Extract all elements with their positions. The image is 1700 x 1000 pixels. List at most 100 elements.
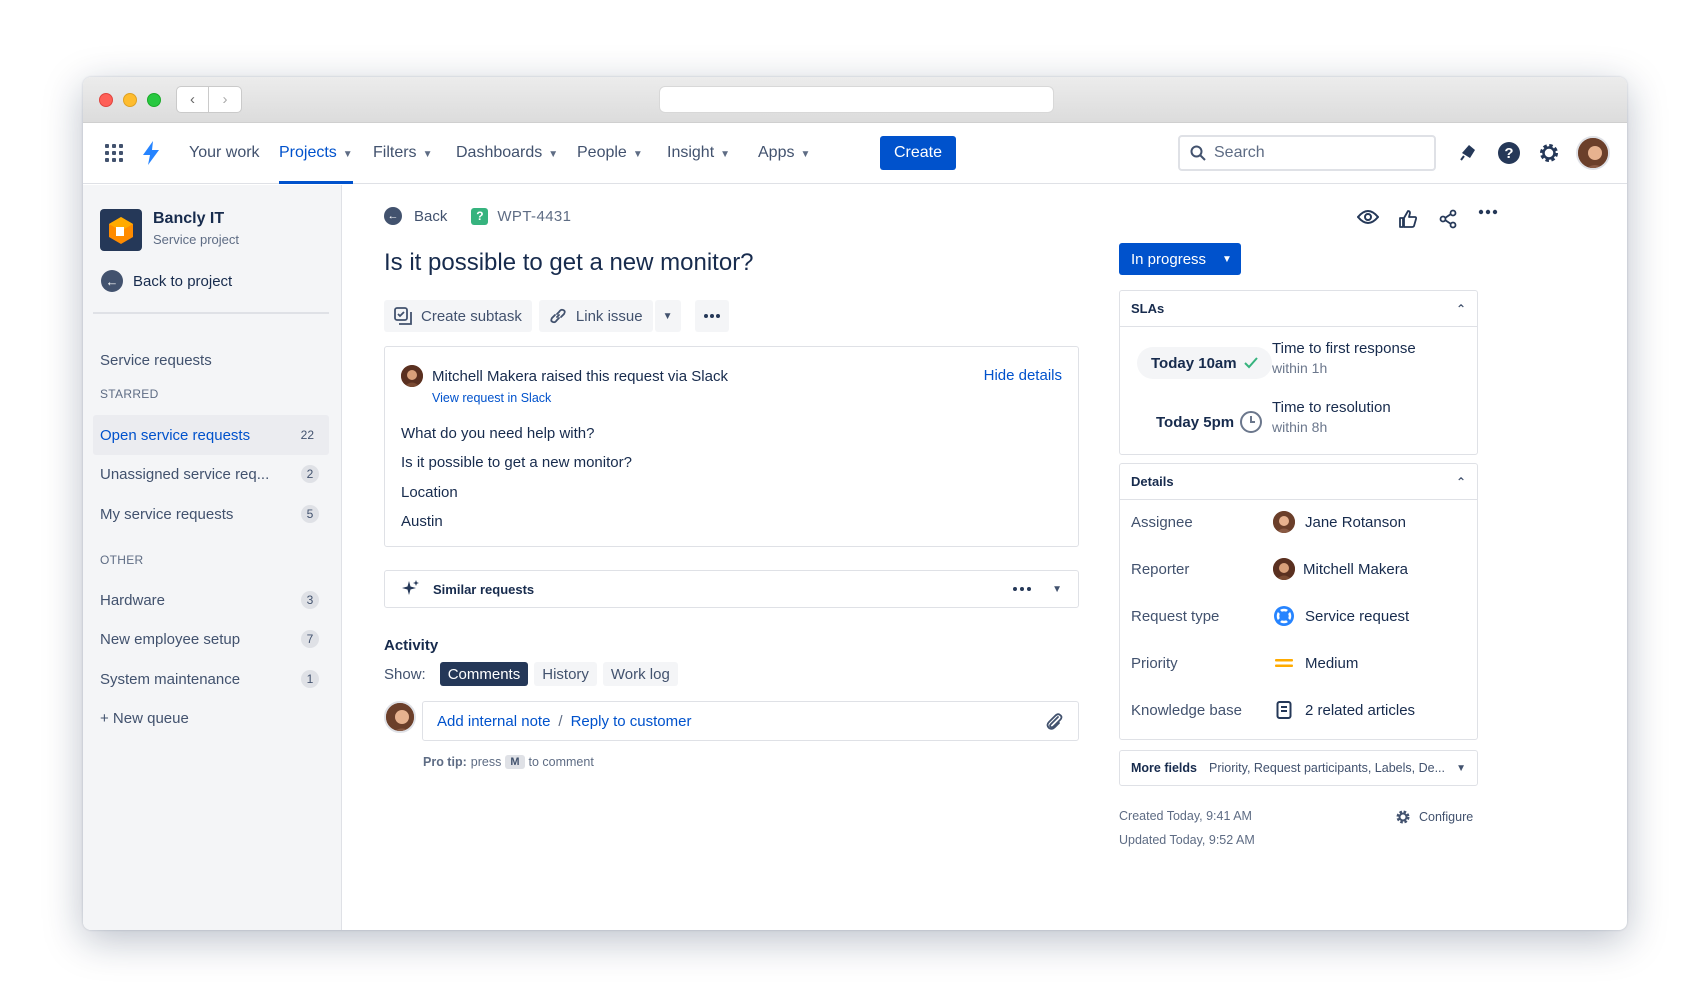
comment-editor[interactable]: Add internal note / Reply to customer	[422, 701, 1079, 741]
sidebar-item-new-employee-setup[interactable]: New employee setup 7	[93, 619, 329, 659]
close-window-button[interactable]	[99, 93, 113, 107]
service-request-type-icon: ?	[471, 207, 489, 225]
sla-time-badge: Today 10am	[1137, 347, 1272, 379]
maximize-window-button[interactable]	[147, 93, 161, 107]
jira-logo-icon[interactable]	[141, 140, 161, 166]
search-input[interactable]: Search	[1178, 135, 1436, 171]
sidebar-heading-starred: STARRED	[100, 387, 159, 401]
sparkle-icon	[402, 580, 419, 595]
vote-button[interactable]	[1388, 209, 1428, 229]
detail-row-knowledge-base[interactable]: Knowledge base 2 related articles	[1131, 698, 1477, 722]
created-timestamp: Created Today, 9:41 AM	[1119, 809, 1252, 823]
reporter-avatar	[401, 365, 423, 387]
help-icon[interactable]: ?	[1497, 141, 1521, 165]
arrow-left-icon: ←	[101, 270, 123, 292]
browser-forward-button[interactable]: ›	[209, 86, 242, 113]
sidebar-item-open-service-requests[interactable]: Open service requests 22	[93, 415, 329, 455]
queue-count-badge: 2	[301, 465, 319, 483]
status-transition-button[interactable]: In progress ▼	[1119, 243, 1241, 275]
request-details-card: Mitchell Makera raised this request via …	[384, 346, 1079, 547]
configure-button[interactable]: Configure	[1395, 809, 1473, 825]
sla-item: Today 5pm Time to resolution within 8h	[1120, 398, 1477, 448]
keyboard-shortcut-key: M	[505, 755, 525, 769]
nav-projects[interactable]: Projects ▼	[279, 123, 353, 184]
minimize-window-button[interactable]	[123, 93, 137, 107]
nav-people[interactable]: People ▼	[577, 123, 643, 184]
sidebar-item-service-requests[interactable]: Service requests	[93, 340, 329, 380]
user-avatar[interactable]	[1576, 136, 1610, 170]
nav-apps[interactable]: Apps ▼	[758, 123, 810, 184]
svg-text:?: ?	[1504, 145, 1513, 162]
detail-row-reporter[interactable]: Reporter Mitchell Makera	[1131, 557, 1477, 581]
more-horizontal-icon	[703, 314, 720, 318]
arrow-left-icon: ←	[384, 207, 402, 225]
request-field-value: Is it possible to get a new monitor?	[401, 454, 632, 471]
back-to-project-link[interactable]: ← Back to project	[101, 270, 232, 292]
project-name: Bancly IT	[153, 210, 225, 227]
attachment-icon[interactable]	[1044, 711, 1064, 731]
share-button[interactable]	[1428, 209, 1468, 229]
browser-titlebar: ‹ ›	[83, 77, 1627, 123]
view-request-in-slack-link[interactable]: View request in Slack	[432, 391, 551, 405]
more-horizontal-icon[interactable]	[1012, 586, 1032, 592]
detail-row-request-type[interactable]: Request type Service request	[1131, 604, 1477, 628]
issue-key-link[interactable]: WPT-4431	[497, 208, 571, 225]
queue-count-badge: 22	[300, 428, 314, 442]
raised-by-text: Mitchell Makera raised this request via …	[432, 367, 728, 385]
sidebar-item-system-maintenance[interactable]: System maintenance 1	[93, 659, 329, 699]
chevron-left-icon: ‹	[190, 91, 195, 108]
nav-dashboards[interactable]: Dashboards ▼	[456, 123, 558, 184]
nav-your-work[interactable]: Your work	[189, 123, 260, 184]
detail-row-priority[interactable]: Priority Medium	[1131, 651, 1477, 675]
watch-button[interactable]	[1348, 209, 1388, 229]
detail-row-assignee[interactable]: Assignee Jane Rotanson	[1131, 510, 1477, 534]
back-link[interactable]: Back	[414, 208, 447, 225]
app-switcher-icon[interactable]	[105, 144, 123, 162]
nav-insight[interactable]: Insight ▼	[667, 123, 730, 184]
similar-requests-panel[interactable]: Similar requests ▼	[384, 570, 1079, 608]
add-internal-note-link[interactable]: Add internal note	[437, 713, 550, 730]
slas-panel-header[interactable]: SLAs ⌃	[1120, 291, 1477, 327]
more-fields-row[interactable]: More fields Priority, Request participan…	[1119, 750, 1478, 786]
sla-time-badge: Today 5pm	[1142, 406, 1277, 438]
chevron-down-icon: ▼	[422, 149, 433, 160]
create-button[interactable]: Create	[880, 136, 956, 170]
more-issue-actions-button[interactable]	[694, 300, 729, 332]
issue-view: ← Back ? WPT-4431 Is it possible to get …	[342, 185, 1627, 930]
details-panel-header[interactable]: Details ⌃	[1120, 464, 1477, 500]
chevron-down-icon: ▼	[1456, 762, 1466, 774]
browser-back-button[interactable]: ‹	[176, 86, 209, 113]
address-bar[interactable]	[659, 86, 1054, 113]
sidebar-item-unassigned-service-requests[interactable]: Unassigned service req... 2	[93, 454, 329, 494]
create-subtask-button[interactable]: Create subtask	[384, 300, 532, 332]
link-issue-dropdown[interactable]: ▼	[654, 300, 681, 332]
more-horizontal-icon	[1478, 209, 1498, 215]
slas-panel: SLAs ⌃ Today 10am Time to first response…	[1119, 290, 1478, 455]
sidebar-item-hardware[interactable]: Hardware 3	[93, 580, 329, 620]
issue-title[interactable]: Is it possible to get a new monitor?	[384, 249, 754, 277]
project-logo-icon	[100, 209, 142, 251]
pro-tip: Pro tip: press M to comment	[423, 755, 594, 769]
chevron-down-icon[interactable]: ▼	[1052, 584, 1062, 595]
issue-header-actions	[1348, 209, 1508, 229]
new-queue-button[interactable]: + New queue	[93, 698, 329, 738]
hide-details-link[interactable]: Hide details	[984, 367, 1062, 384]
reply-to-customer-link[interactable]: Reply to customer	[571, 713, 692, 730]
queue-count-badge: 1	[301, 670, 319, 688]
tab-work-log[interactable]: Work log	[602, 662, 678, 686]
more-actions-button[interactable]	[1468, 209, 1508, 229]
link-issue-button[interactable]: Link issue	[538, 300, 653, 332]
current-user-avatar	[384, 701, 416, 733]
tab-history[interactable]: History	[534, 662, 597, 686]
queue-count-badge: 7	[301, 630, 319, 648]
settings-gear-icon[interactable]	[1537, 141, 1561, 165]
notifications-icon[interactable]	[1458, 141, 1480, 163]
chevron-right-icon: ›	[222, 91, 228, 108]
eye-icon	[1357, 210, 1379, 224]
nav-filters[interactable]: Filters ▼	[373, 123, 432, 184]
sidebar-item-my-service-requests[interactable]: My service requests 5	[93, 494, 329, 534]
tab-comments[interactable]: Comments	[439, 662, 529, 686]
chevron-up-icon: ⌃	[1455, 474, 1466, 489]
queue-count-badge: 5	[301, 505, 319, 523]
reporter-avatar	[1273, 558, 1295, 580]
